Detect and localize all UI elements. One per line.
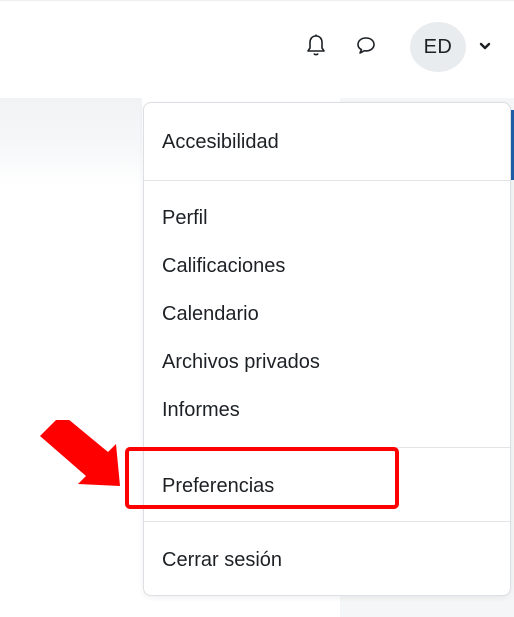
menu-divider (144, 180, 510, 181)
top-navbar: ED (0, 0, 514, 89)
menu-item-cerrar-sesion[interactable]: Cerrar sesión (162, 548, 282, 572)
menu-divider (144, 521, 510, 522)
menu-item-calificaciones[interactable]: Calificaciones (162, 254, 285, 278)
red-arrow-icon (36, 414, 126, 488)
chat-bubble-icon[interactable] (352, 31, 380, 59)
menu-item-perfil[interactable]: Perfil (162, 206, 208, 230)
background-panel-left (0, 98, 142, 186)
highlight-box (125, 447, 399, 509)
page: ED Accesibilidad Perfil Calificaciones C… (0, 0, 514, 617)
user-menu-dropdown: Accesibilidad Perfil Calificaciones Cale… (143, 102, 511, 596)
menu-item-archivos-privados[interactable]: Archivos privados (162, 350, 320, 374)
bell-icon[interactable] (302, 31, 330, 59)
chevron-down-icon[interactable] (476, 37, 494, 55)
menu-item-informes[interactable]: Informes (162, 398, 240, 422)
avatar-initials: ED (423, 35, 453, 58)
menu-item-calendario[interactable]: Calendario (162, 302, 259, 326)
user-avatar[interactable]: ED (410, 22, 466, 72)
menu-item-accesibilidad[interactable]: Accesibilidad (162, 130, 279, 154)
